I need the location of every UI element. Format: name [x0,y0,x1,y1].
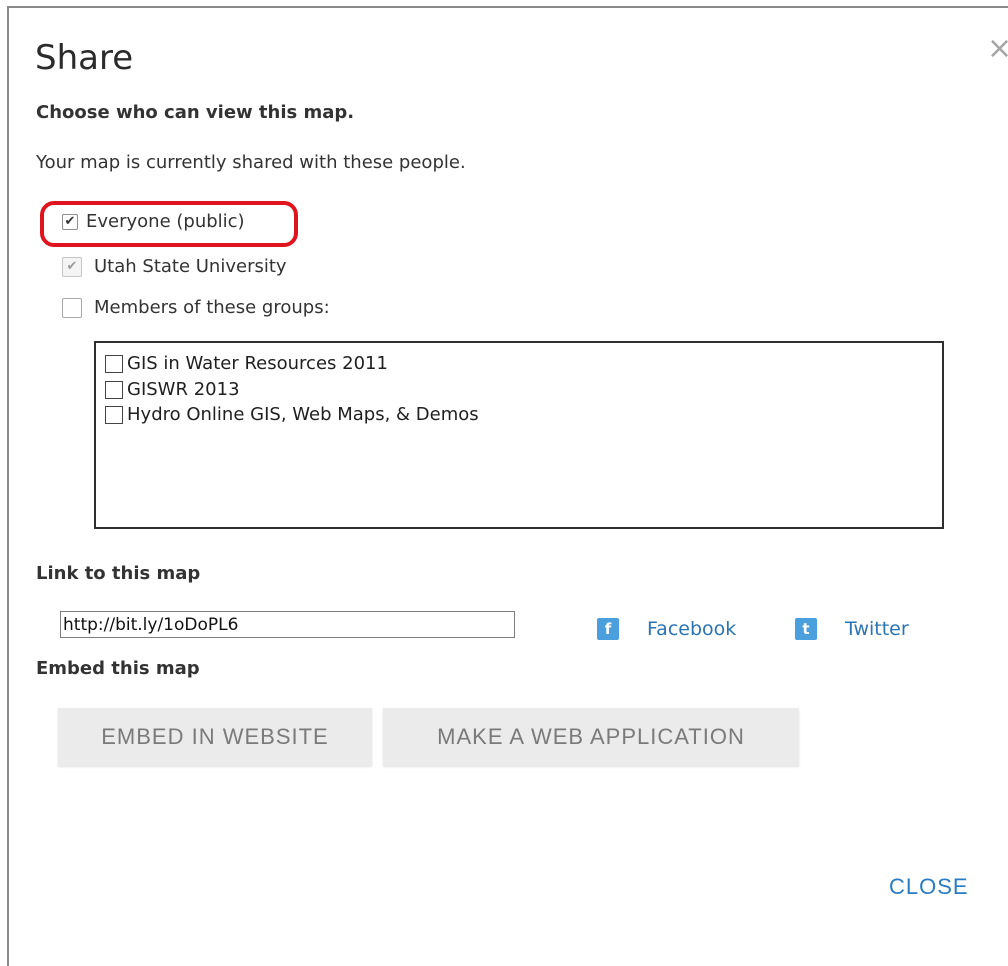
checkbox-organization: ✔ [62,256,82,277]
option-organization: ✔ Utah State University [62,256,287,277]
close-icon[interactable]: × [987,34,1008,64]
share-note: Your map is currently shared with these … [36,152,466,173]
option-organization-label: Utah State University [94,256,287,277]
close-button[interactable]: CLOSE [889,874,969,900]
option-everyone-label: Everyone (public) [86,211,245,232]
make-web-application-button[interactable]: MAKE A WEB APPLICATION [383,708,799,766]
twitter-icon: t [795,618,817,640]
group-checkbox[interactable] [105,405,123,424]
share-heading: Choose who can view this map. [36,102,355,123]
groups-list: GIS in Water Resources 2011 GISWR 2013 H… [94,341,944,529]
twitter-link[interactable]: t Twitter [795,618,909,640]
group-item[interactable]: GIS in Water Resources 2011 [105,353,388,374]
group-label: GISWR 2013 [127,379,240,400]
share-dialog: Share × Choose who can view this map. Yo… [7,6,1008,966]
facebook-link[interactable]: f Facebook [597,618,736,640]
option-everyone[interactable]: ✔ Everyone (public) [62,211,245,232]
facebook-label: Facebook [647,618,737,640]
facebook-icon: f [597,618,619,640]
group-checkbox[interactable] [105,354,123,373]
group-checkbox[interactable] [105,380,123,399]
option-groups[interactable]: Members of these groups: [62,297,330,318]
dialog-title: Share [35,38,134,78]
embed-heading: Embed this map [36,658,200,679]
group-label: GIS in Water Resources 2011 [127,353,388,374]
group-item[interactable]: Hydro Online GIS, Web Maps, & Demos [105,404,479,425]
twitter-label: Twitter [845,618,909,640]
group-label: Hydro Online GIS, Web Maps, & Demos [127,404,479,425]
checkbox-everyone[interactable]: ✔ [62,213,78,230]
map-link-input[interactable] [60,611,515,638]
embed-in-website-button[interactable]: EMBED IN WEBSITE [58,708,372,766]
group-item[interactable]: GISWR 2013 [105,379,240,400]
link-heading: Link to this map [36,563,201,584]
option-groups-label: Members of these groups: [94,297,330,318]
checkbox-groups[interactable] [62,297,82,318]
